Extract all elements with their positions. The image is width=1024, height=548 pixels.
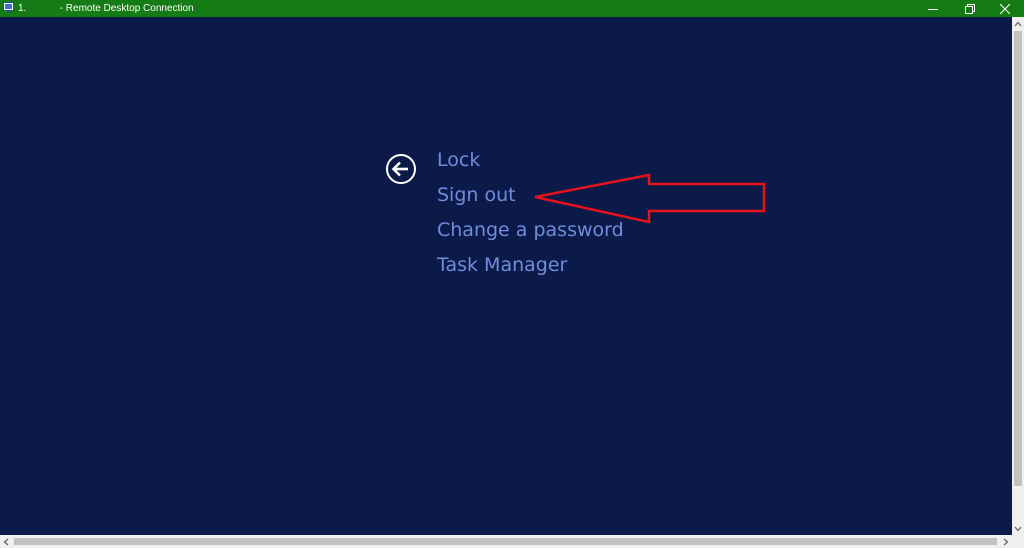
vertical-scrollbar[interactable]: [1012, 17, 1024, 535]
close-icon: [1000, 3, 1010, 14]
chevron-up-icon: [1014, 21, 1022, 26]
chevron-down-icon: [1014, 526, 1022, 531]
scrollbar-corner: [1012, 535, 1024, 548]
scroll-down-button[interactable]: [1012, 522, 1024, 535]
restore-icon: [965, 3, 975, 14]
horizontal-scrollbar[interactable]: [0, 535, 1012, 548]
window-title: 1. - Remote Desktop Connection: [18, 3, 194, 14]
chevron-left-icon: [3, 538, 9, 545]
scroll-up-button[interactable]: [1012, 17, 1024, 30]
back-arrow-icon: [386, 154, 416, 184]
minimize-button[interactable]: [918, 0, 948, 17]
vertical-scroll-thumb[interactable]: [1014, 31, 1022, 486]
remote-desktop-icon: [3, 2, 14, 13]
security-options-menu: Lock Sign out Change a password Task Man…: [437, 147, 624, 287]
restore-button[interactable]: [955, 0, 985, 17]
chevron-right-icon: [1003, 538, 1009, 545]
scroll-left-button[interactable]: [0, 535, 12, 548]
minimize-icon: [928, 8, 938, 10]
scroll-right-button[interactable]: [1000, 535, 1012, 548]
horizontal-scroll-thumb[interactable]: [14, 538, 997, 545]
close-button[interactable]: [990, 0, 1020, 17]
menu-item-sign-out[interactable]: Sign out: [437, 182, 624, 217]
title-bar[interactable]: 1. - Remote Desktop Connection: [0, 0, 1024, 17]
security-options-screen: Lock Sign out Change a password Task Man…: [0, 17, 1012, 535]
back-button[interactable]: [385, 153, 417, 185]
menu-item-task-manager[interactable]: Task Manager: [437, 252, 624, 287]
menu-item-change-password[interactable]: Change a password: [437, 217, 624, 252]
menu-item-lock[interactable]: Lock: [437, 147, 624, 182]
